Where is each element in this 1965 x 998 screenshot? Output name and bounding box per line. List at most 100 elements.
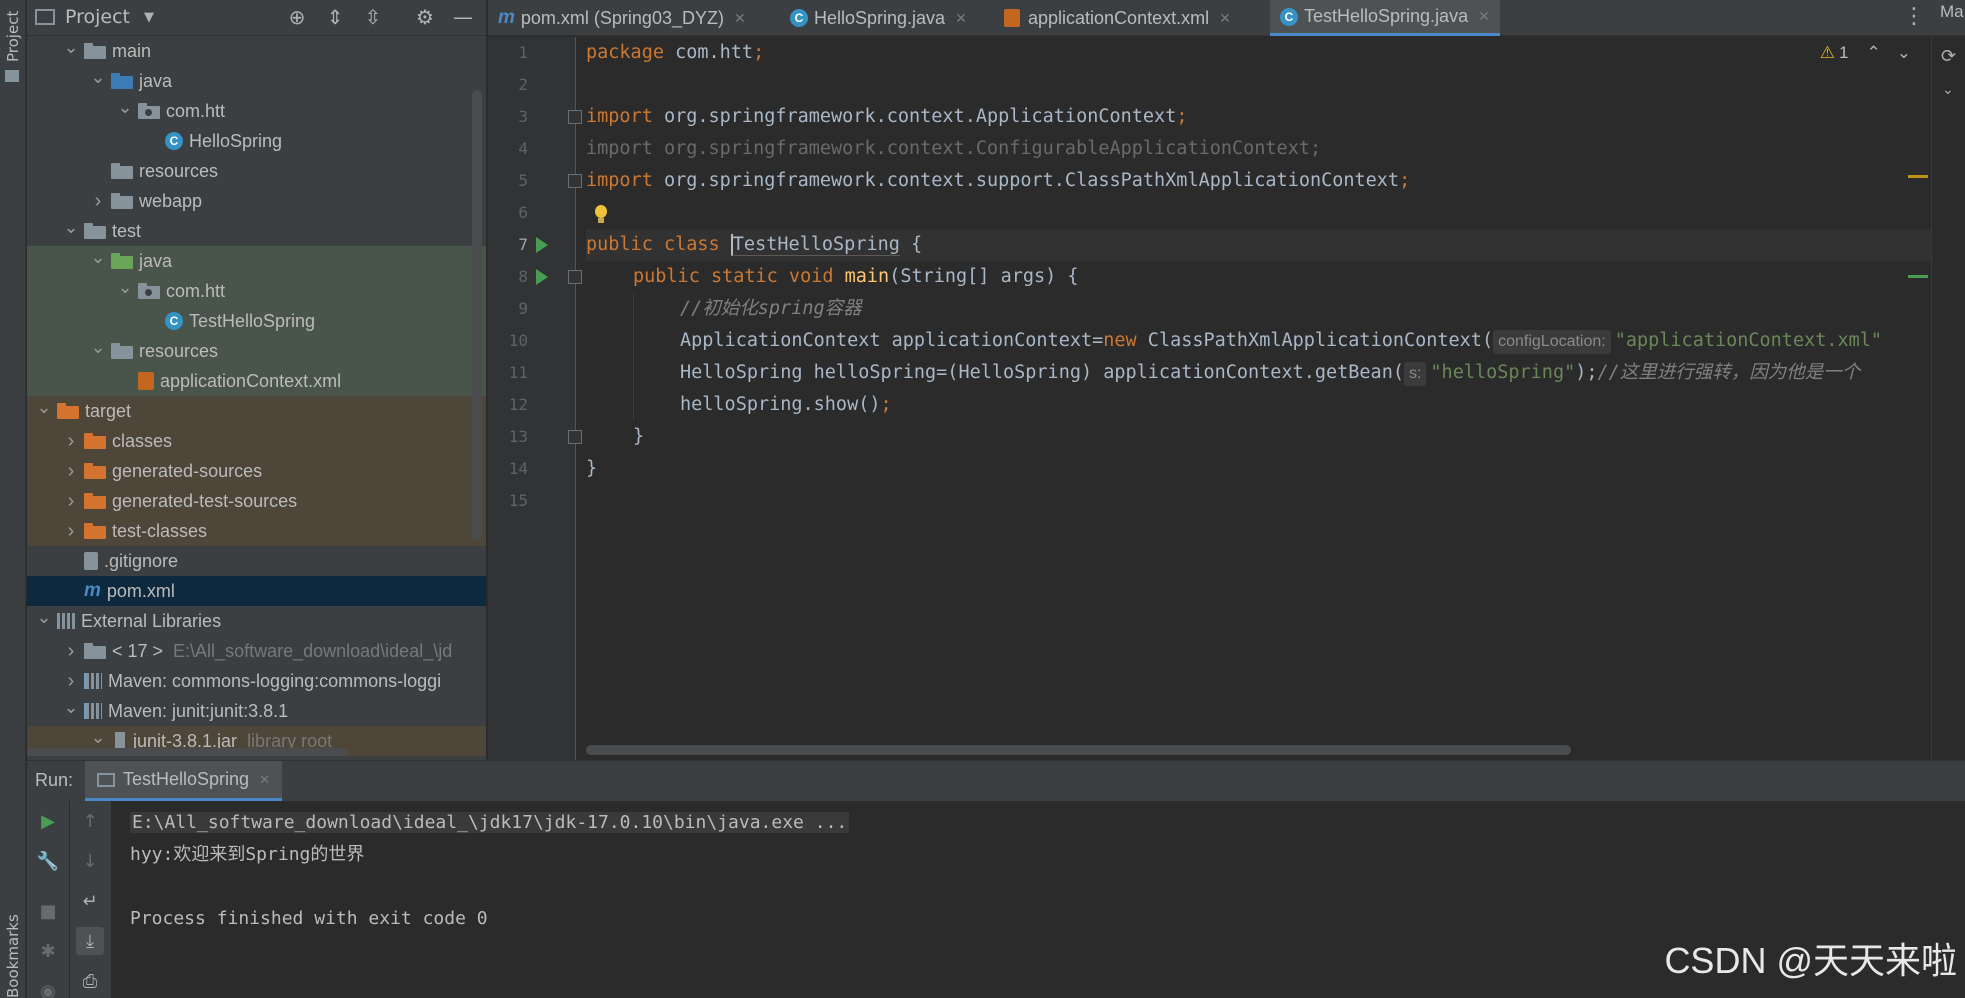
chevron-down-icon[interactable]: ⌄: [89, 247, 107, 268]
inspection-widget[interactable]: ⚠ 1 ⌃ ⌄: [1820, 43, 1911, 63]
close-icon[interactable]: ✕: [734, 10, 746, 27]
lightbulb-icon[interactable]: [594, 205, 608, 225]
tree-item-generated-test-sources[interactable]: › generated-test-sources: [27, 486, 486, 516]
tree-item-label: generated-sources: [112, 460, 263, 481]
soft-wrap-icon[interactable]: ↵: [78, 889, 102, 913]
tree-item-target[interactable]: ⌄ target: [27, 396, 486, 426]
fold-icon[interactable]: [568, 430, 582, 444]
camera-icon[interactable]: ◉: [36, 979, 60, 998]
tree-item-test[interactable]: ⌄ test: [27, 216, 486, 246]
tree-item-pom-xml[interactable]: m pom.xml: [27, 576, 486, 606]
tree-item-webapp[interactable]: › webapp: [27, 186, 486, 216]
warning-marker[interactable]: [1908, 175, 1928, 178]
tree-item-testhellospring[interactable]: C TestHelloSpring: [27, 306, 486, 336]
gear-icon[interactable]: ⚙: [413, 5, 437, 29]
expand-all-icon[interactable]: ⇕: [323, 5, 347, 29]
chevron-up-icon[interactable]: ⌃: [1867, 43, 1881, 63]
chevron-down-icon[interactable]: ⌄: [116, 277, 134, 298]
chevron-down-icon[interactable]: ⌄: [116, 97, 134, 118]
tree-item-gitignore[interactable]: .gitignore: [27, 546, 486, 576]
chevron-right-icon[interactable]: ›: [62, 520, 80, 543]
param-hint: s:: [1403, 362, 1427, 386]
close-icon[interactable]: ✕: [259, 772, 270, 788]
tree-item-java[interactable]: ⌄ java: [27, 66, 486, 96]
tree-item-17[interactable]: › < 17 > E:\All_software_download\ideal_\j…: [27, 636, 486, 666]
project-folder-icon[interactable]: [5, 70, 19, 82]
console-line: Process finished with exit code 0: [130, 908, 488, 929]
print-icon[interactable]: ⎙: [78, 969, 102, 993]
tab-pom-xml[interactable]: m pom.xml (Spring03_DYZ) ✕: [488, 0, 756, 36]
tree-item-resources[interactable]: resources: [27, 156, 486, 186]
watermark: CSDN @天天来啦: [1664, 940, 1957, 981]
tree-item-classes[interactable]: › classes: [27, 426, 486, 456]
orange-folder-icon: [84, 523, 106, 539]
chevron-down-icon[interactable]: ⌄: [89, 727, 107, 748]
chevron-down-icon[interactable]: ⌄: [89, 337, 107, 358]
tree-vertical-scrollbar[interactable]: [472, 90, 482, 540]
fold-icon[interactable]: [568, 174, 582, 188]
collapse-all-icon[interactable]: ⇳: [361, 5, 385, 29]
bookmarks-tool-label[interactable]: Bookmarks: [4, 914, 22, 998]
chevron-down-icon[interactable]: ⌄: [89, 67, 107, 88]
line-number: 8: [518, 267, 528, 286]
run-gutter-icon[interactable]: [536, 237, 548, 253]
tree-item-label: External Libraries: [81, 610, 222, 631]
wrench-icon[interactable]: 🔧: [36, 849, 60, 873]
chevron-right-icon[interactable]: ›: [62, 430, 80, 453]
chevron-down-icon[interactable]: ⌄: [62, 37, 80, 58]
close-icon[interactable]: ✕: [1219, 10, 1231, 27]
close-icon[interactable]: ✕: [1478, 8, 1490, 25]
tree-item-com-htt[interactable]: ⌄ com.htt: [27, 276, 486, 306]
project-view-selector[interactable]: Project ▼: [35, 6, 154, 28]
maven-icon: m: [498, 7, 515, 28]
maven-tool-label[interactable]: Ma: [1940, 2, 1964, 22]
scroll-to-end-icon[interactable]: ⤓: [76, 927, 104, 955]
tree-item-label: Maven: junit:junit:3.8.1: [108, 700, 289, 721]
tree-item-test-classes[interactable]: › test-classes: [27, 516, 486, 546]
fold-icon[interactable]: [568, 110, 582, 124]
tree-item-maven-junit-junit-3-8-1[interactable]: ⌄ Maven: junit:junit:3.8.1: [27, 696, 486, 726]
run-gutter-icon[interactable]: [536, 269, 548, 285]
chevron-down-icon[interactable]: ⌄: [62, 217, 80, 238]
fold-icon[interactable]: [568, 270, 582, 284]
hide-panel-icon[interactable]: —: [451, 5, 475, 29]
chevron-right-icon[interactable]: ›: [62, 670, 80, 693]
code-editor[interactable]: package com.htt; import org.springframew…: [586, 37, 1931, 760]
chevron-right-icon[interactable]: ›: [62, 640, 80, 663]
run-tab-testhellospring[interactable]: TestHelloSpring ✕: [85, 761, 282, 801]
editor-horizontal-scrollbar[interactable]: [586, 745, 1571, 755]
tab-hellospring-java[interactable]: C HelloSpring.java ✕: [780, 0, 977, 36]
tree-item-external-libraries[interactable]: ⌄ External Libraries: [27, 606, 486, 636]
chevron-down-icon[interactable]: ⌄: [1897, 43, 1911, 63]
tree-item-java[interactable]: ⌄ java: [27, 246, 486, 276]
tree-item-hellospring[interactable]: C HelloSpring: [27, 126, 486, 156]
debug-icon[interactable]: ✱: [36, 939, 60, 963]
tree-item-com-htt[interactable]: ⌄ com.htt: [27, 96, 486, 126]
chevron-down-icon[interactable]: ⌄: [35, 607, 53, 628]
chevron-down-icon[interactable]: ⌄: [1942, 82, 1954, 98]
rerun-icon[interactable]: ▶: [36, 809, 60, 833]
tree-item-maven-commons-logging-commons-loggi[interactable]: › Maven: commons-logging:commons-loggi: [27, 666, 486, 696]
run-tab-label: TestHelloSpring: [123, 769, 250, 789]
tree-horizontal-scrollbar[interactable]: [27, 748, 347, 756]
change-marker[interactable]: [1908, 275, 1928, 278]
tab-applicationcontext-xml[interactable]: applicationContext.xml ✕: [994, 0, 1241, 36]
chevron-down-icon[interactable]: ⌄: [35, 397, 53, 418]
chevron-right-icon[interactable]: ›: [62, 490, 80, 513]
refresh-icon[interactable]: ⟳: [1941, 46, 1956, 67]
chevron-right-icon[interactable]: ›: [62, 460, 80, 483]
locate-file-icon[interactable]: ⊕: [285, 5, 309, 29]
tab-testhellospring-java[interactable]: C TestHelloSpring.java ✕: [1270, 0, 1500, 36]
tree-item-main[interactable]: ⌄ main: [27, 36, 486, 66]
tree-item-applicationcontext-xml[interactable]: applicationContext.xml: [27, 366, 486, 396]
stop-icon[interactable]: ■: [36, 899, 60, 923]
more-tabs-icon[interactable]: ⋮: [1903, 4, 1925, 29]
tree-item-generated-sources[interactable]: › generated-sources: [27, 456, 486, 486]
arrow-up-icon[interactable]: ↑: [78, 809, 102, 833]
chevron-down-icon[interactable]: ⌄: [62, 697, 80, 718]
chevron-right-icon[interactable]: ›: [89, 190, 107, 213]
close-icon[interactable]: ✕: [955, 10, 967, 27]
tree-item-resources[interactable]: ⌄ resources: [27, 336, 486, 366]
project-tool-label[interactable]: Project: [4, 11, 22, 62]
arrow-down-icon[interactable]: ↓: [78, 849, 102, 873]
